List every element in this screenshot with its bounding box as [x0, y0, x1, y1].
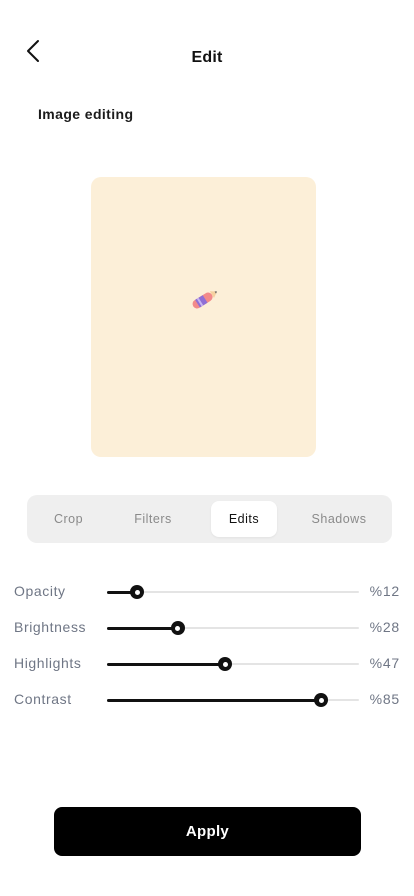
highlights-slider-thumb[interactable]	[218, 657, 233, 671]
highlights-slider-row: Highlights %47	[0, 652, 414, 676]
brightness-slider-thumb[interactable]	[170, 621, 185, 635]
tab-shadows[interactable]: Shadows	[293, 501, 385, 537]
crayon-sticker-icon	[187, 287, 221, 311]
edit-tabs: Crop Filters Edits Shadows	[27, 495, 392, 543]
contrast-value: %85	[369, 691, 400, 707]
highlights-value: %47	[369, 655, 400, 671]
brightness-value: %28	[369, 619, 400, 635]
highlights-label: Highlights	[14, 655, 82, 671]
section-title: Image editing	[38, 106, 134, 122]
contrast-slider-thumb[interactable]	[314, 693, 329, 707]
tab-filters[interactable]: Filters	[115, 501, 191, 537]
contrast-slider[interactable]	[107, 693, 359, 707]
opacity-slider-row: Opacity %12	[0, 580, 414, 604]
contrast-label: Contrast	[14, 691, 72, 707]
apply-button[interactable]: Apply	[54, 807, 361, 856]
opacity-value: %12	[369, 583, 400, 599]
opacity-slider[interactable]	[107, 585, 359, 599]
opacity-label: Opacity	[14, 583, 66, 599]
brightness-slider-row: Brightness %28	[0, 616, 414, 640]
tab-crop[interactable]: Crop	[35, 501, 102, 537]
brightness-slider[interactable]	[107, 621, 359, 635]
tab-edits[interactable]: Edits	[211, 501, 277, 537]
contrast-slider-row: Contrast %85	[0, 688, 414, 712]
highlights-slider-fill	[107, 662, 226, 666]
page-title: Edit	[191, 49, 223, 66]
contrast-slider-fill	[107, 698, 322, 702]
image-preview[interactable]	[91, 177, 316, 457]
brightness-slider-fill	[107, 626, 178, 630]
opacity-slider-thumb[interactable]	[130, 585, 145, 599]
highlights-slider[interactable]	[107, 657, 359, 671]
brightness-label: Brightness	[14, 619, 87, 635]
